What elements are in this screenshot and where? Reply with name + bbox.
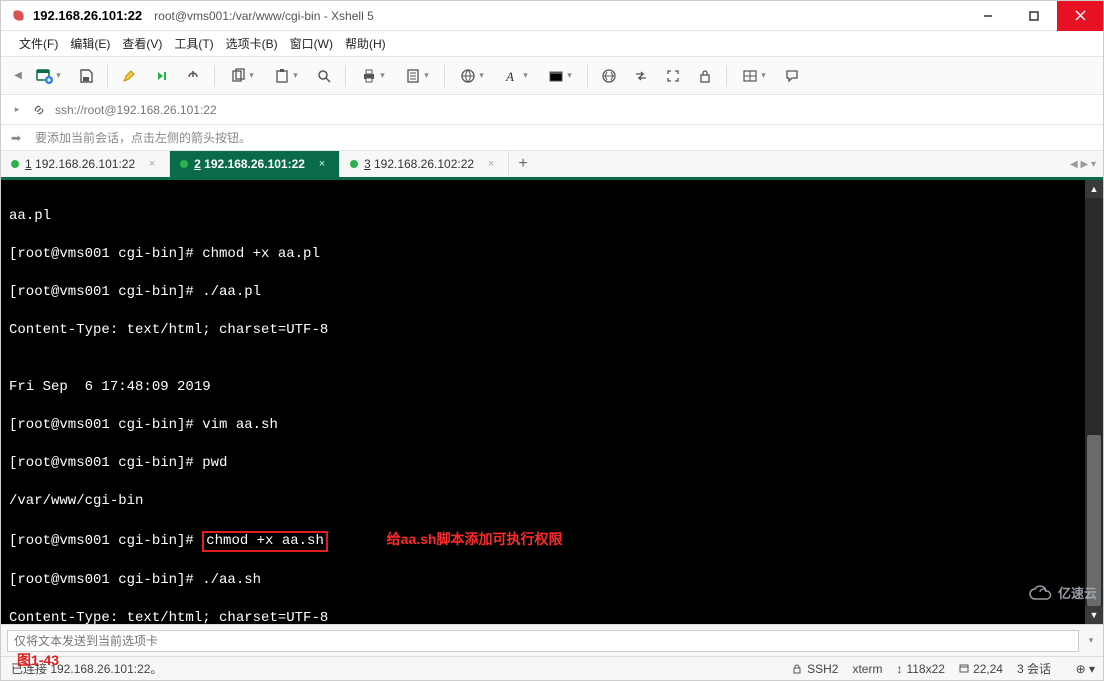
status-protocol: SSH2 <box>791 662 838 676</box>
status-dot-icon <box>11 160 19 168</box>
address-expand[interactable]: ▸ <box>11 104 23 115</box>
terminal-line: /var/www/cgi-bin <box>9 492 1077 511</box>
title-bar: 192.168.26.101:22 root@vms001:/var/www/c… <box>1 1 1103 31</box>
address-url[interactable]: ssh://root@192.168.26.101:22 <box>55 103 1097 117</box>
terminal-line: Content-Type: text/html; charset=UTF-8 <box>9 609 1077 624</box>
title-ip: 192.168.26.101:22 <box>33 8 142 23</box>
lock-button[interactable] <box>690 61 720 91</box>
status-cursor: 22,24 <box>959 662 1003 676</box>
status-connected: 已连接 192.168.26.101:22。 <box>11 660 777 677</box>
toolbar-separator <box>345 65 346 87</box>
terminal-line: [root@vms001 cgi-bin]# ./aa.pl <box>9 283 1077 302</box>
menu-bar: 文件(F) 编辑(E) 查看(V) 工具(T) 选项卡(B) 窗口(W) 帮助(… <box>1 31 1103 57</box>
menu-window[interactable]: 窗口(W) <box>290 35 333 52</box>
toolbar-separator <box>214 65 215 87</box>
status-bar: 已连接 192.168.26.101:22。 SSH2 xterm ↕ 118x… <box>1 656 1103 680</box>
app-icon <box>11 8 27 24</box>
figure-label: 图1-43 <box>17 650 59 670</box>
toolbar-separator <box>726 65 727 87</box>
session-tab-2[interactable]: 2 192.168.26.101:22 × <box>170 151 340 177</box>
menu-edit[interactable]: 编辑(E) <box>70 35 110 52</box>
scroll-up-button[interactable]: ▲ <box>1085 180 1103 198</box>
maximize-button[interactable] <box>1011 1 1057 31</box>
web-button[interactable] <box>451 61 493 91</box>
print-button[interactable] <box>352 61 394 91</box>
paste-button[interactable] <box>265 61 307 91</box>
properties-button[interactable] <box>396 61 438 91</box>
status-dot-icon <box>350 160 358 168</box>
scroll-thumb[interactable] <box>1087 435 1101 606</box>
terminal-line: aa.pl <box>9 207 1077 226</box>
hint-bar: ➡ 要添加当前会话，点击左侧的箭头按钮。 <box>1 125 1103 151</box>
hint-text: 要添加当前会话，点击左侧的箭头按钮。 <box>35 129 251 146</box>
session-tab-3[interactable]: 3 192.168.26.102:22 × <box>340 151 509 177</box>
toolbar: ◀ A <box>1 57 1103 95</box>
tab-nav[interactable]: ◀ ▶ ▾ <box>1063 151 1103 177</box>
quick-command-bar: ▾ 图1-43 <box>1 624 1103 656</box>
svg-text:A: A <box>505 69 514 84</box>
status-size: ↕ 118x22 <box>896 662 944 676</box>
menu-help[interactable]: 帮助(H) <box>345 35 386 52</box>
terminal-line: [root@vms001 cgi-bin]# chmod +x aa.pl <box>9 245 1077 264</box>
status-term: xterm <box>852 662 882 676</box>
quick-command-dropdown[interactable]: ▾ <box>1085 635 1097 646</box>
highlighted-command: chmod +x aa.sh <box>202 531 328 552</box>
bookmark-add-icon[interactable]: ➡ <box>11 131 27 145</box>
tab-close-icon[interactable]: × <box>315 157 329 171</box>
terminal-scrollbar[interactable]: ▲ ▼ <box>1085 180 1103 624</box>
scroll-down-button[interactable]: ▼ <box>1085 606 1103 624</box>
tab-close-icon[interactable]: × <box>145 157 159 171</box>
session-tab-1[interactable]: 1 192.168.26.101:22 × <box>1 151 170 177</box>
search-button[interactable] <box>309 61 339 91</box>
terminal-area: aa.pl [root@vms001 cgi-bin]# chmod +x aa… <box>1 180 1103 624</box>
minimize-button[interactable] <box>965 1 1011 31</box>
toolbar-separator <box>444 65 445 87</box>
terminal[interactable]: aa.pl [root@vms001 cgi-bin]# chmod +x aa… <box>1 180 1085 624</box>
font-button[interactable]: A <box>495 61 537 91</box>
terminal-line: Fri Sep 6 17:48:09 2019 <box>9 378 1077 397</box>
address-bar: ▸ ssh://root@192.168.26.101:22 <box>1 95 1103 125</box>
menu-file[interactable]: 文件(F) <box>19 35 58 52</box>
add-tab-button[interactable]: + <box>509 151 537 177</box>
quick-command-input[interactable] <box>7 630 1079 652</box>
save-button[interactable] <box>71 61 101 91</box>
close-button[interactable] <box>1057 1 1103 31</box>
annotation: 给aa.sh脚本添加可执行权限 <box>387 531 563 547</box>
tab-close-icon[interactable]: × <box>484 157 498 171</box>
status-more[interactable]: ⊕ ▾ <box>1065 662 1095 676</box>
title-path: root@vms001:/var/www/cgi-bin - Xshell 5 <box>154 9 374 23</box>
status-dot-icon <box>180 160 188 168</box>
watermark: 亿速云 <box>1028 583 1097 602</box>
transfer-button[interactable] <box>626 61 656 91</box>
toolbar-prev[interactable]: ◀ <box>11 70 25 81</box>
status-sessions: 3 会话 <box>1017 660 1051 677</box>
menu-view[interactable]: 查看(V) <box>122 35 162 52</box>
terminal-line: [root@vms001 cgi-bin]# chmod +x aa.sh 给a… <box>9 530 1077 552</box>
terminal-line: [root@vms001 cgi-bin]# pwd <box>9 454 1077 473</box>
scroll-track[interactable] <box>1085 198 1103 606</box>
toolbar-separator <box>587 65 588 87</box>
layout-button[interactable] <box>733 61 775 91</box>
copy-button[interactable] <box>221 61 263 91</box>
menu-tabs[interactable]: 选项卡(B) <box>226 35 278 52</box>
reconnect-button[interactable] <box>146 61 176 91</box>
terminal-line: [root@vms001 cgi-bin]# vim aa.sh <box>9 416 1077 435</box>
fullscreen-button[interactable] <box>658 61 688 91</box>
new-session-button[interactable] <box>27 61 69 91</box>
disconnect-button[interactable] <box>178 61 208 91</box>
session-tabs: 1 192.168.26.101:22 × 2 192.168.26.101:2… <box>1 151 1103 180</box>
toolbar-separator <box>107 65 108 87</box>
menu-tools[interactable]: 工具(T) <box>174 35 213 52</box>
chat-button[interactable] <box>777 61 807 91</box>
encoding-button[interactable] <box>594 61 624 91</box>
terminal-line: [root@vms001 cgi-bin]# ./aa.sh <box>9 571 1077 590</box>
terminal-line: Content-Type: text/html; charset=UTF-8 <box>9 321 1077 340</box>
color-scheme-button[interactable] <box>539 61 581 91</box>
link-icon <box>31 102 47 118</box>
highlight-button[interactable] <box>114 61 144 91</box>
